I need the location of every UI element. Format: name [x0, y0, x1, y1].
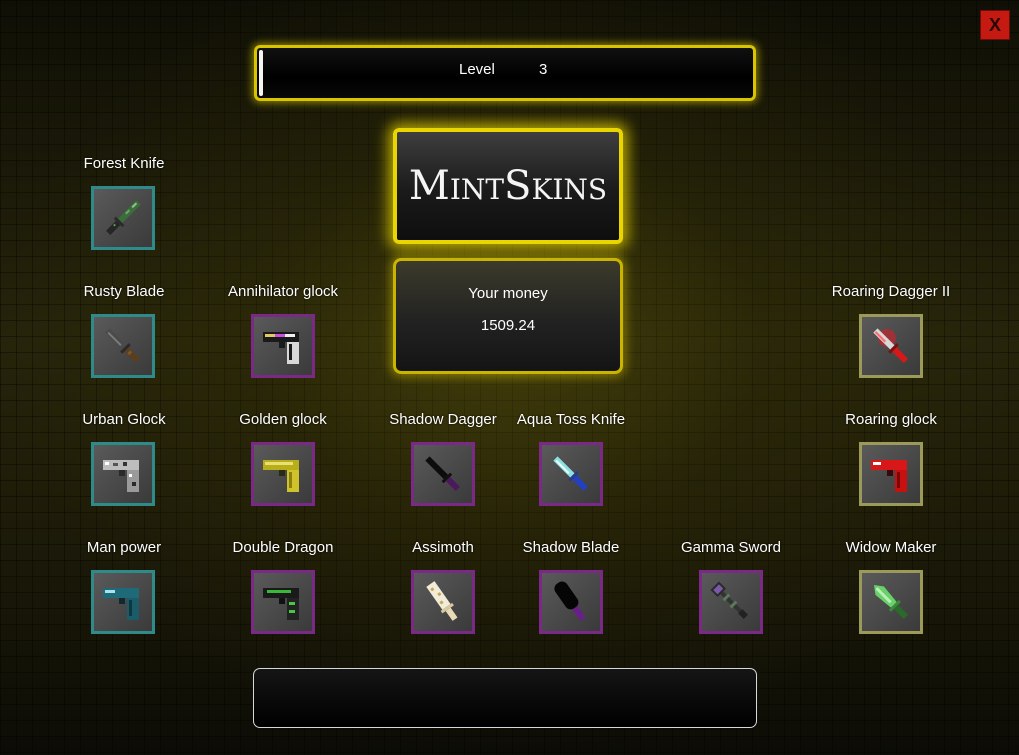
item-label-annihilator-glock: Annihilator glock: [227, 283, 339, 300]
level-value: 3: [539, 61, 548, 78]
item-label-urban-glock: Urban Glock: [82, 411, 166, 428]
forest-knife-icon: [106, 200, 141, 235]
item-label-roaring-glock: Roaring glock: [845, 411, 937, 428]
logo-text: MintSkins: [408, 163, 608, 209]
item-slot-man-power[interactable]: [91, 570, 155, 634]
shadow-blade-icon: [554, 581, 586, 621]
item-slot-assimoth[interactable]: [411, 570, 475, 634]
item-slot-gamma-sword[interactable]: [699, 570, 763, 634]
message-box: [253, 668, 757, 728]
item-label-roaring-dagger-ii: Roaring Dagger II: [831, 283, 951, 300]
item-slot-aqua-toss-knife[interactable]: [539, 442, 603, 506]
item-slot-shadow-dagger[interactable]: [411, 442, 475, 506]
close-button[interactable]: X: [980, 10, 1010, 40]
item-label-gamma-sword: Gamma Sword: [680, 539, 782, 556]
item-slot-roaring-dagger-ii[interactable]: [859, 314, 923, 378]
item-label-man-power: Man power: [86, 539, 162, 556]
money-value: 1509.24: [480, 317, 536, 334]
aqua-toss-knife-icon: [553, 456, 588, 491]
level-bar: Level 3: [254, 45, 756, 101]
close-button-label: X: [988, 14, 1001, 35]
item-label-shadow-blade: Shadow Blade: [522, 539, 620, 556]
item-slot-widow-maker[interactable]: [859, 570, 923, 634]
roaring-dagger-icon: [873, 328, 908, 363]
item-label-widow-maker: Widow Maker: [845, 539, 937, 556]
item-label-rusty-blade: Rusty Blade: [83, 283, 165, 300]
item-label-aqua-toss-knife: Aqua Toss Knife: [516, 411, 626, 428]
rusty-blade-icon: [105, 328, 140, 363]
money-label: Your money: [468, 285, 548, 302]
item-slot-roaring-glock[interactable]: [859, 442, 923, 506]
annihilator-glock-icon: [263, 332, 299, 364]
golden-glock-icon: [263, 460, 299, 492]
item-slot-forest-knife[interactable]: [91, 186, 155, 250]
urban-glock-icon: [103, 460, 139, 492]
item-slot-golden-glock[interactable]: [251, 442, 315, 506]
item-slot-annihilator-glock[interactable]: [251, 314, 315, 378]
item-slot-shadow-blade[interactable]: [539, 570, 603, 634]
widow-maker-icon: [874, 585, 908, 619]
item-label-forest-knife: Forest Knife: [83, 155, 165, 172]
item-label-golden-glock: Golden glock: [239, 411, 327, 428]
item-slot-rusty-blade[interactable]: [91, 314, 155, 378]
logo-panel: MintSkins: [393, 128, 623, 244]
item-label-double-dragon: Double Dragon: [232, 539, 334, 556]
item-slot-double-dragon[interactable]: [251, 570, 315, 634]
level-label: Level: [459, 61, 495, 78]
money-panel: Your money 1509.24: [393, 258, 623, 374]
shadow-dagger-icon: [425, 456, 460, 491]
double-dragon-icon: [263, 588, 299, 620]
roaring-glock-icon: [871, 460, 907, 492]
item-slot-urban-glock[interactable]: [91, 442, 155, 506]
gamma-sword-icon: [710, 581, 748, 619]
man-power-icon: [103, 588, 139, 620]
assimoth-icon: [426, 581, 458, 621]
